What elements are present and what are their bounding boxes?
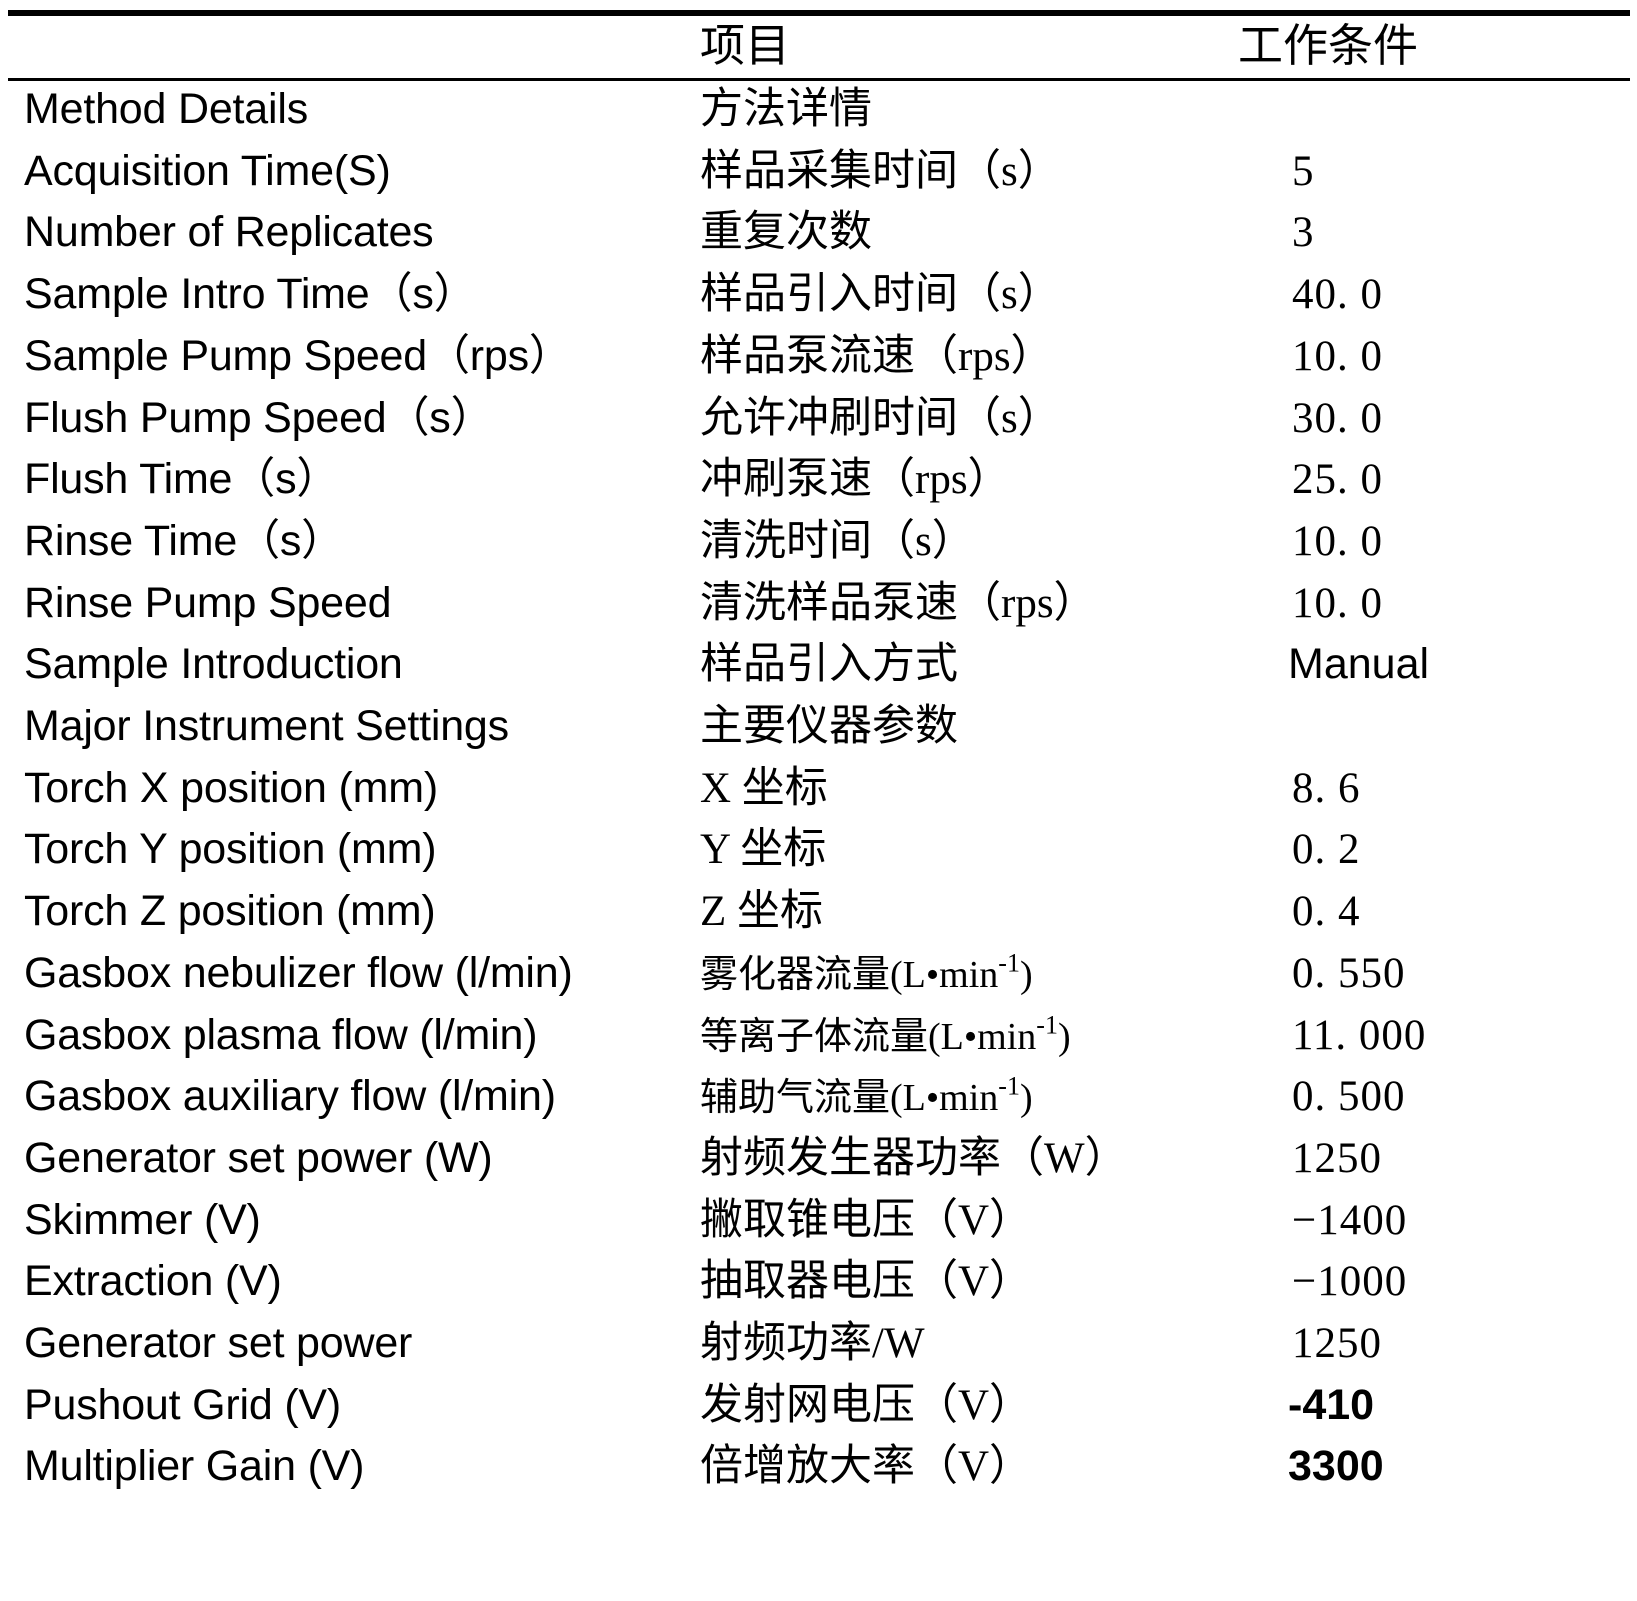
row-label-zh: 样品引入方式	[700, 641, 958, 689]
row-value: 10. 0	[1292, 579, 1383, 627]
table-row: Rinse Pump Speed 清洗样品泵速（rps） 10. 0	[0, 578, 1637, 644]
row-label-zh: Z 坐标	[700, 888, 824, 936]
header-cell-item: 项目	[700, 21, 791, 71]
row-value: 3300	[1288, 1442, 1384, 1491]
row-label-zh: 发射网电压（V）	[700, 1381, 1033, 1429]
row-label-en: Flush Pump Speed（s）	[24, 393, 494, 442]
table-row: Skimmer (V) 撇取锥电压（V） −1400	[0, 1195, 1637, 1261]
row-value: 0. 4	[1292, 888, 1361, 936]
row-value: 8. 6	[1292, 764, 1361, 812]
row-label-en: Generator set power (W)	[24, 1133, 493, 1182]
row-label-en: Number of Replicates	[24, 208, 434, 257]
row-label-en: Sample Pump Speed（rps）	[24, 331, 572, 380]
row-label-zh: 撇取锥电压（V）	[700, 1196, 1033, 1244]
table-row: Flush Pump Speed（s） 允许冲刷时间（s） 30. 0	[0, 393, 1637, 459]
row-label-en: Rinse Pump Speed	[24, 578, 392, 627]
table-row: Method Details 方法详情	[0, 88, 1637, 150]
row-label-zh: 雾化器流量(L•min-1)	[700, 948, 1033, 996]
table-row: Flush Time（s） 冲刷泵速（rps） 25. 0	[0, 458, 1637, 520]
row-label-en: Extraction (V)	[24, 1257, 282, 1306]
row-label-en: Skimmer (V)	[24, 1195, 261, 1244]
row-value: 10. 0	[1292, 517, 1383, 565]
table-row: Sample Intro Time（s） 样品引入时间（s） 40. 0	[0, 273, 1637, 335]
row-label-zh: 射频功率/W	[700, 1320, 925, 1367]
row-label-en: Gasbox nebulizer flow (l/min)	[24, 948, 573, 997]
row-value: 11. 000	[1292, 1011, 1427, 1059]
row-label-zh: 清洗样品泵速（rps）	[700, 579, 1097, 627]
row-label-en: Torch Z position (mm)	[24, 887, 436, 936]
row-value: 10. 0	[1292, 332, 1383, 380]
row-label-en: Flush Time（s）	[24, 455, 340, 504]
row-label-zh: 样品引入时间（s）	[700, 271, 1061, 319]
row-value: 1250	[1292, 1320, 1382, 1367]
row-label-en: Generator set power	[24, 1319, 413, 1367]
row-value: 30. 0	[1292, 394, 1383, 442]
row-value: -410	[1288, 1380, 1375, 1429]
table-row: Gasbox auxiliary flow (l/min) 辅助气流量(L•min…	[0, 1071, 1637, 1137]
row-label-zh: 等离子体流量(L•min-1)	[700, 1010, 1071, 1058]
row-label-zh: 样品泵流速（rps）	[700, 332, 1054, 380]
row-value: 25. 0	[1292, 456, 1383, 504]
row-label-en: Acquisition Time(S)	[24, 146, 391, 195]
table-row: Pushout Grid (V) 发射网电压（V） -410	[0, 1380, 1637, 1446]
table-row: Torch Y position (mm) Y 坐标 0. 2	[0, 828, 1637, 890]
table-row: Number of Replicates 重复次数 3	[0, 211, 1637, 273]
row-label-zh: 主要仪器参数	[700, 703, 958, 750]
row-label-en: Gasbox plasma flow (l/min)	[24, 1010, 538, 1059]
table-row: Generator set power 射频功率/W 1250	[0, 1322, 1637, 1384]
row-label-en: Pushout Grid (V)	[24, 1380, 342, 1429]
table-row: Major Instrument Settings 主要仪器参数	[0, 705, 1637, 767]
row-label-en: Sample Intro Time（s）	[24, 270, 477, 319]
table-row: Sample Introduction 样品引入方式 Manual	[0, 643, 1637, 705]
row-value: 0. 2	[1292, 826, 1361, 874]
row-value: 40. 0	[1292, 271, 1383, 319]
table-row: Torch X position (mm) X 坐标 8. 6	[0, 763, 1637, 829]
table-header-row: 项目 工作条件	[0, 16, 1637, 78]
row-label-zh: 倍增放大率（V）	[700, 1443, 1033, 1491]
row-label-en: Gasbox auxiliary flow (l/min)	[24, 1072, 556, 1121]
row-label-zh: 抽取器电压（V）	[700, 1258, 1033, 1306]
row-value: −1400	[1292, 1196, 1408, 1244]
row-label-en: Major Instrument Settings	[24, 702, 509, 750]
row-value: 1250	[1292, 1134, 1382, 1182]
row-label-zh: Y 坐标	[700, 826, 827, 874]
table-row: Gasbox plasma flow (l/min) 等离子体流量(L•min-1…	[0, 1010, 1637, 1076]
table-row: Acquisition Time(S) 样品采集时间（s） 5	[0, 146, 1637, 212]
parameter-table: 项目 工作条件 Method Details 方法详情 Acquisition Ti…	[0, 0, 1637, 1601]
row-value: Manual	[1288, 640, 1430, 689]
table-row: Gasbox nebulizer flow (l/min) 雾化器流量(L•min…	[0, 948, 1637, 1014]
table-row: Generator set power (W) 射频发生器功率（W） 1250	[0, 1133, 1637, 1199]
row-label-zh: 射频发生器功率（W）	[700, 1134, 1128, 1182]
row-label-zh: 冲刷泵速（rps）	[700, 456, 1011, 504]
row-value: 0. 500	[1292, 1073, 1406, 1121]
row-label-zh: 样品采集时间（s）	[700, 147, 1061, 195]
table-row: Rinse Time（s） 清洗时间（s） 10. 0	[0, 516, 1637, 582]
row-value: 0. 550	[1292, 949, 1406, 997]
row-label-zh: X 坐标	[700, 764, 828, 812]
table-row: Sample Pump Speed（rps） 样品泵流速（rps） 10. 0	[0, 331, 1637, 397]
row-label-en: Multiplier Gain (V)	[24, 1442, 365, 1491]
row-label-zh: 重复次数	[700, 209, 872, 257]
row-label-en: Rinse Time（s）	[24, 516, 344, 565]
row-label-en: Torch X position (mm)	[24, 763, 438, 812]
row-label-en: Sample Introduction	[24, 640, 403, 689]
row-label-en: Method Details	[24, 85, 309, 133]
row-label-en: Torch Y position (mm)	[24, 825, 437, 874]
row-value: −1000	[1292, 1258, 1408, 1306]
header-cell-working-condition: 工作条件	[1238, 21, 1419, 71]
table-row: Torch Z position (mm) Z 坐标 0. 4	[0, 890, 1637, 952]
row-value: 5	[1292, 147, 1315, 195]
table-header-rule	[8, 78, 1630, 81]
row-label-zh: 清洗时间（s）	[700, 517, 975, 565]
table-row: Multiplier Gain (V) 倍增放大率（V） 3300	[0, 1445, 1637, 1507]
row-label-zh: 辅助气流量(L•min-1)	[700, 1071, 1033, 1120]
row-label-zh: 允许冲刷时间（s）	[700, 394, 1061, 442]
table-row: Extraction (V) 抽取器电压（V） −1000	[0, 1260, 1637, 1322]
row-label-zh: 方法详情	[700, 86, 872, 133]
row-value: 3	[1292, 209, 1315, 257]
